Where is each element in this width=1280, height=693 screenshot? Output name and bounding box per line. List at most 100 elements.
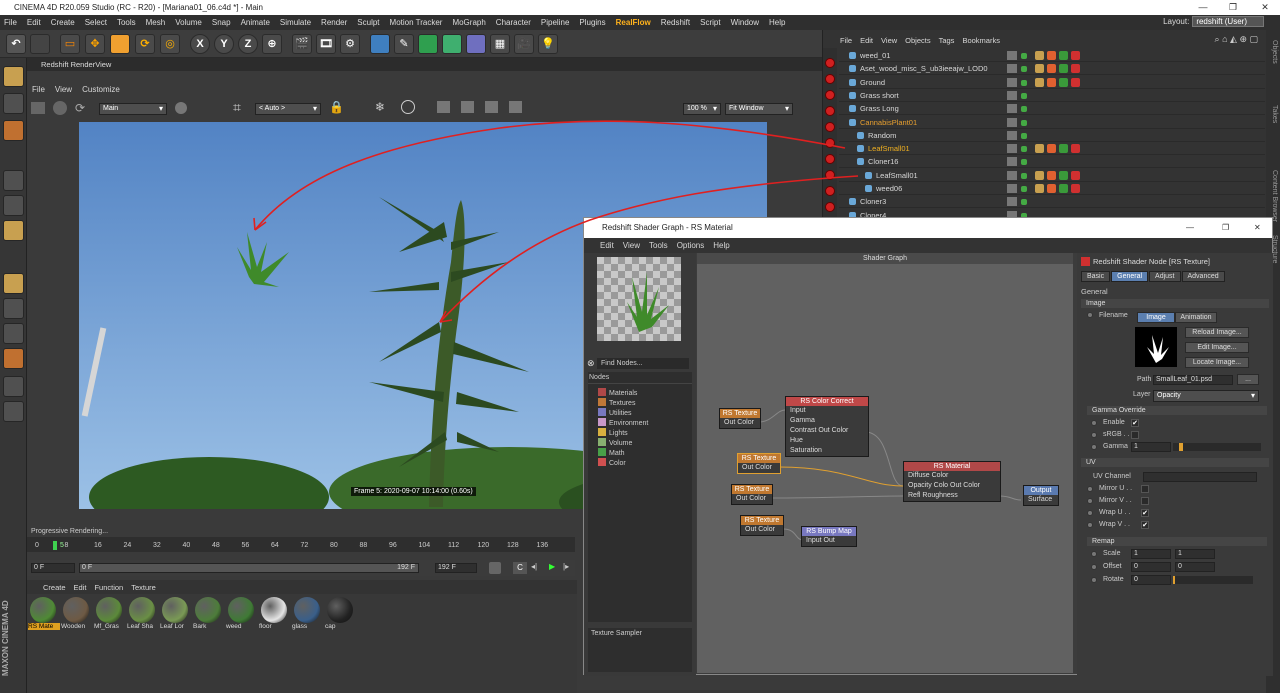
maximize-button[interactable]: ❐ — [1222, 218, 1229, 238]
material-swatch[interactable]: Leaf Lor — [160, 597, 190, 643]
enable-checkbox[interactable]: ✔ — [1131, 419, 1139, 427]
material-tag-icon[interactable] — [1059, 51, 1068, 60]
lock-icon[interactable] — [3, 376, 24, 397]
menu-item-character[interactable]: Character — [496, 18, 531, 27]
gamma-field[interactable]: 1 — [1131, 442, 1171, 452]
layer-check-icon[interactable] — [1021, 53, 1027, 59]
object-row[interactable]: Cloner3 — [839, 195, 1265, 209]
menu-item-plugins[interactable]: Plugins — [579, 18, 605, 27]
axis-mode-icon[interactable] — [3, 273, 24, 294]
node-category-materials[interactable]: Materials — [598, 388, 637, 398]
object-menu-objects[interactable]: Objects — [905, 36, 930, 45]
frame-range-slider[interactable]: 0 F 192 F — [79, 563, 419, 573]
node-port-out[interactable]: Out Color — [738, 463, 780, 473]
shader-menu-edit[interactable]: Edit — [600, 241, 614, 250]
material-swatch[interactable]: Bark — [193, 597, 223, 643]
points-mode-icon[interactable] — [3, 170, 24, 191]
object-menu-edit[interactable]: Edit — [860, 36, 873, 45]
object-row[interactable]: Random — [839, 129, 1265, 142]
menu-item-motion-tracker[interactable]: Motion Tracker — [390, 18, 443, 27]
srgb-checkbox[interactable] — [1131, 431, 1139, 439]
side-tab-takes[interactable]: Takes — [1271, 105, 1278, 123]
material-tag-icon[interactable] — [1047, 144, 1056, 154]
reload-image-button[interactable]: Reload Image... — [1185, 327, 1249, 338]
material-tag-icon[interactable] — [1059, 170, 1068, 180]
snap-icon[interactable] — [3, 323, 24, 344]
node-port[interactable]: Gamma — [786, 416, 868, 426]
scale-v-field[interactable]: 1 — [1175, 549, 1215, 559]
path-field[interactable]: SmallLeaf_01.psd — [1153, 375, 1233, 385]
material-swatch[interactable]: RS Mate — [28, 597, 60, 643]
cube-icon[interactable] — [370, 34, 390, 54]
material-tag-icon[interactable] — [1071, 144, 1080, 154]
camera-icon[interactable]: 🎥 — [514, 34, 534, 54]
red-tool-icon[interactable] — [825, 138, 835, 148]
object-row[interactable]: Ground — [839, 76, 1265, 89]
rs-bump-map-node[interactable]: RS Bump Map Input Out — [801, 526, 857, 547]
uv-channel-field[interactable] — [1143, 472, 1257, 482]
menu-item-sculpt[interactable]: Sculpt — [357, 18, 379, 27]
minimize-button[interactable]: — — [1188, 0, 1218, 15]
move-tool-icon[interactable]: ✥ — [85, 34, 105, 54]
node-category-color[interactable]: Color — [598, 458, 626, 468]
node-category-environment[interactable]: Environment — [598, 418, 648, 428]
render-snapshot-icon[interactable] — [31, 102, 45, 114]
layer-check-icon[interactable] — [1021, 186, 1027, 192]
menu-item-volume[interactable]: Volume — [175, 18, 202, 27]
model-mode-icon[interactable] — [3, 66, 24, 87]
mirror-u-checkbox[interactable] — [1141, 485, 1149, 493]
rotate-field[interactable]: 0 — [1131, 575, 1171, 585]
redo-icon[interactable] — [30, 34, 50, 54]
visibility-toggle-icon[interactable] — [1007, 144, 1017, 154]
animation-subtab[interactable]: Animation — [1175, 312, 1217, 323]
visibility-toggle-icon[interactable] — [1007, 77, 1017, 87]
layer-check-icon[interactable] — [1021, 66, 1027, 73]
offset-u-field[interactable]: 0 — [1131, 562, 1171, 572]
attr-tab-basic[interactable]: Basic — [1081, 271, 1111, 282]
red-tool-icon[interactable] — [825, 186, 835, 196]
menu-item-help[interactable]: Help — [769, 18, 785, 27]
object-menu-file[interactable]: File — [840, 36, 852, 45]
material-swatch[interactable]: weed — [226, 597, 256, 643]
image-group[interactable]: Image — [1081, 299, 1269, 308]
layout-selector[interactable]: Layout: redshift (User) — [1163, 16, 1264, 27]
node-port-out[interactable]: Out Color — [741, 525, 783, 535]
circle-icon[interactable] — [401, 100, 415, 114]
shader-graph-canvas[interactable]: Shader Graph RS Texture Out Color RS Col… — [697, 253, 1073, 673]
subdivision-icon[interactable] — [418, 34, 438, 54]
red-tool-icon[interactable] — [825, 74, 835, 84]
attr-tab-adjust[interactable]: Adjust — [1149, 271, 1181, 282]
visibility-toggle-icon[interactable] — [1007, 117, 1017, 127]
material-menu-function[interactable]: Function — [94, 583, 123, 592]
node-category-math[interactable]: Math — [598, 448, 625, 458]
visibility-toggle-icon[interactable] — [1007, 64, 1017, 74]
object-row[interactable]: LeafSmall01 — [839, 142, 1265, 156]
menu-item-redshift[interactable]: Redshift — [661, 18, 690, 27]
menu-item-mesh[interactable]: Mesh — [146, 18, 166, 27]
object-row[interactable]: Grass Long — [839, 102, 1265, 116]
visibility-toggle-icon[interactable] — [1007, 184, 1017, 193]
red-tool-icon[interactable] — [825, 106, 835, 116]
layer-check-icon[interactable] — [1021, 132, 1027, 139]
zoom-dropdown[interactable]: 100 % — [683, 103, 721, 115]
material-tag-icon[interactable] — [1059, 184, 1068, 193]
edges-mode-icon[interactable] — [3, 195, 24, 216]
menu-item-mograph[interactable]: MoGraph — [452, 18, 485, 27]
undo-icon[interactable]: ↶ — [6, 34, 26, 54]
menu-item-render[interactable]: Render — [321, 18, 347, 27]
timeline-ruler[interactable]: 5 0 8 16 24 32 40 48 56 64 72 80 88 96 104 112 120 128 13… — [27, 537, 575, 552]
shader-menu-tools[interactable]: Tools — [649, 241, 668, 250]
clear-search-icon[interactable]: ⊗ — [587, 358, 595, 369]
layer-dropdown[interactable]: Opacity — [1153, 390, 1259, 402]
node-category-textures[interactable]: Textures — [598, 398, 635, 408]
lock-render-icon[interactable]: 🔒 — [329, 100, 344, 114]
object-row[interactable]: LeafSmall01 — [839, 169, 1265, 182]
deformer-icon[interactable] — [466, 34, 486, 54]
object-menu-view[interactable]: View — [881, 36, 897, 45]
material-tag-icon[interactable] — [1059, 144, 1068, 154]
find-nodes-input[interactable]: Find Nodes... — [597, 358, 689, 369]
gamma-override-group[interactable]: Gamma Override — [1087, 406, 1267, 415]
prev-frame-icon[interactable]: ◂| — [531, 562, 543, 574]
play-forward-icon[interactable]: ▶ — [549, 562, 561, 574]
layer-check-icon[interactable] — [1021, 119, 1027, 126]
